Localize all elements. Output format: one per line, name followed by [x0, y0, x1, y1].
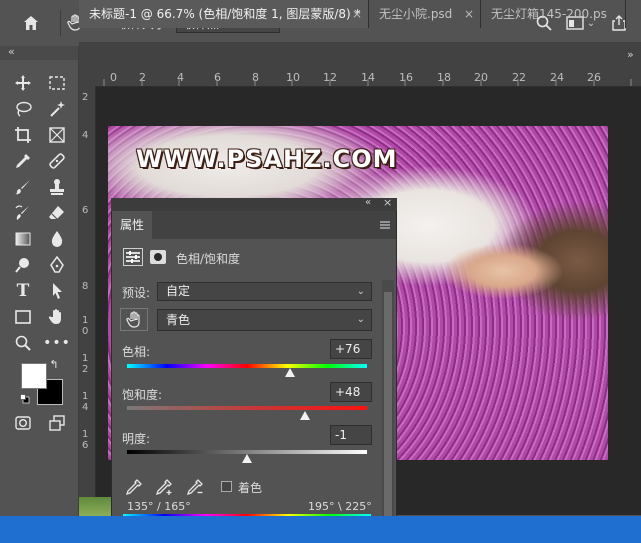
hue-slider-track[interactable]: [127, 364, 367, 368]
vertical-ruler[interactable]: 2 4 6 8 1 0 1 2 1 4 1 6: [79, 86, 96, 516]
gradient-tool-icon[interactable]: [12, 228, 34, 250]
tools-panel-header[interactable]: «: [0, 45, 78, 60]
panel-menu-icon[interactable]: [379, 219, 391, 231]
screen-mode-icon[interactable]: [46, 412, 68, 434]
windows-taskbar: [0, 516, 641, 543]
ruler-tick-label: 8: [82, 281, 89, 292]
panel-scrollbar-thumb[interactable]: [384, 292, 392, 537]
hue-label: 色相:: [122, 345, 151, 359]
lightness-label: 明度:: [122, 432, 151, 446]
close-icon[interactable]: ×: [352, 0, 362, 28]
lasso-tool-icon[interactable]: [12, 98, 34, 120]
channel-select[interactable]: 青色 ⌄: [157, 309, 372, 331]
swap-colors-icon[interactable]: ↰: [46, 356, 62, 372]
ruler-tick-label: 6: [82, 205, 89, 216]
healing-brush-icon[interactable]: [46, 150, 68, 172]
eyedropper-minus-icon[interactable]: [186, 478, 204, 496]
horizontal-ruler[interactable]: 0 2 4 6 8 10 12 14 16 18 20 22 24 26: [96, 70, 641, 87]
foreground-color-swatch[interactable]: [21, 363, 47, 389]
ruler-tick-label: 1 6: [82, 429, 89, 451]
dodge-tool-icon[interactable]: [12, 254, 34, 276]
document-tab-bar: [79, 42, 641, 70]
range-right-label: 195° \ 225°: [308, 500, 372, 513]
ruler-corner: [79, 70, 96, 86]
range-left-label: 135° / 165°: [127, 500, 191, 513]
close-icon[interactable]: ×: [464, 0, 474, 28]
hue-value-input[interactable]: +76: [330, 339, 372, 359]
tab-label: 无尘小院.psd: [379, 7, 453, 21]
frame-tool-icon[interactable]: [46, 124, 68, 146]
panel-tab-bar: [112, 211, 396, 239]
layer-thumbnail[interactable]: [79, 497, 111, 517]
more-tools-icon[interactable]: •••: [43, 332, 70, 354]
zoom-tool-icon[interactable]: [12, 332, 34, 354]
preset-value: 自定: [166, 284, 191, 298]
pen-tool-icon[interactable]: [46, 254, 68, 276]
ruler-tick-label: 2: [82, 92, 89, 103]
collapse-icon[interactable]: «: [8, 45, 15, 58]
adjustment-title: 色相/饱和度: [176, 252, 241, 266]
tab-wuchen-dengxiang[interactable]: 无尘灯箱145-200.ps: [481, 0, 626, 28]
hue-slider-thumb[interactable]: [285, 368, 296, 377]
channel-value: 青色: [166, 313, 191, 327]
saturation-slider-thumb[interactable]: [299, 411, 310, 420]
default-colors-icon[interactable]: [20, 393, 30, 404]
panel-header[interactable]: « ×: [111, 196, 397, 211]
ruler-tick-label: 1 2: [82, 353, 89, 375]
collapse-icon[interactable]: «: [365, 197, 371, 208]
tab-untitled-1[interactable]: 未标题-1 @ 66.7% (色相/饱和度 1, 图层蒙版/8) * ×: [79, 0, 369, 28]
chevron-down-icon: ⌄: [356, 286, 365, 297]
saturation-slider-track[interactable]: [127, 406, 367, 410]
ruler-tick-label: 4: [82, 130, 89, 141]
blur-tool-icon[interactable]: [46, 228, 68, 250]
tab-wuchen-xiaoyuan[interactable]: 无尘小院.psd ×: [369, 0, 481, 28]
watermark-text: WWW.PSAHZ.COM: [136, 145, 398, 173]
type-tool-icon[interactable]: T: [12, 280, 34, 302]
marquee-tool-icon[interactable]: [46, 72, 68, 94]
saturation-value-input[interactable]: +48: [330, 382, 372, 402]
on-image-adjust-tool[interactable]: [120, 308, 148, 331]
tab-label: 无尘灯箱145-200.ps: [491, 7, 607, 21]
home-icon[interactable]: [20, 12, 42, 34]
eyedropper-icon[interactable]: [125, 478, 143, 496]
separator: [60, 10, 61, 36]
crop-tool-icon[interactable]: [12, 124, 34, 146]
hue-saturation-adjustment-icon[interactable]: [123, 248, 143, 266]
layer-mask-icon[interactable]: [150, 250, 166, 264]
history-brush-icon[interactable]: [12, 202, 34, 224]
brush-tool-icon[interactable]: [12, 176, 34, 198]
chevron-down-icon: ⌄: [356, 314, 365, 325]
move-tool-icon[interactable]: [12, 72, 34, 94]
magic-wand-icon[interactable]: [46, 98, 68, 120]
ruler-tick-label: 1 0: [82, 315, 89, 337]
more-tabs-icon[interactable]: »: [627, 48, 634, 61]
colorize-label: 着色: [238, 481, 263, 495]
rectangle-tool-icon[interactable]: [12, 306, 34, 328]
stamp-tool-icon[interactable]: [46, 176, 68, 198]
tab-label: 未标题-1 @ 66.7% (色相/饱和度 1, 图层蒙版/8) *: [89, 7, 361, 21]
close-icon[interactable]: ×: [383, 196, 392, 209]
eyedropper-tool-icon[interactable]: [12, 150, 34, 172]
eraser-tool-icon[interactable]: [46, 202, 68, 224]
ruler-tick-label: 1 4: [82, 391, 89, 413]
saturation-label: 饱和度:: [122, 388, 163, 402]
preset-select[interactable]: 自定 ⌄: [157, 282, 372, 301]
tab-properties[interactable]: 属性: [112, 211, 152, 239]
preset-label: 预设:: [122, 286, 151, 300]
quick-mask-icon[interactable]: [12, 412, 34, 434]
eyedropper-plus-icon[interactable]: [155, 478, 173, 496]
path-selection-icon[interactable]: [46, 280, 68, 302]
hand-tool-icon[interactable]: [46, 306, 68, 328]
lightness-value-input[interactable]: -1: [330, 425, 372, 445]
lightness-slider-thumb[interactable]: [242, 454, 252, 463]
colorize-checkbox[interactable]: [221, 481, 232, 492]
